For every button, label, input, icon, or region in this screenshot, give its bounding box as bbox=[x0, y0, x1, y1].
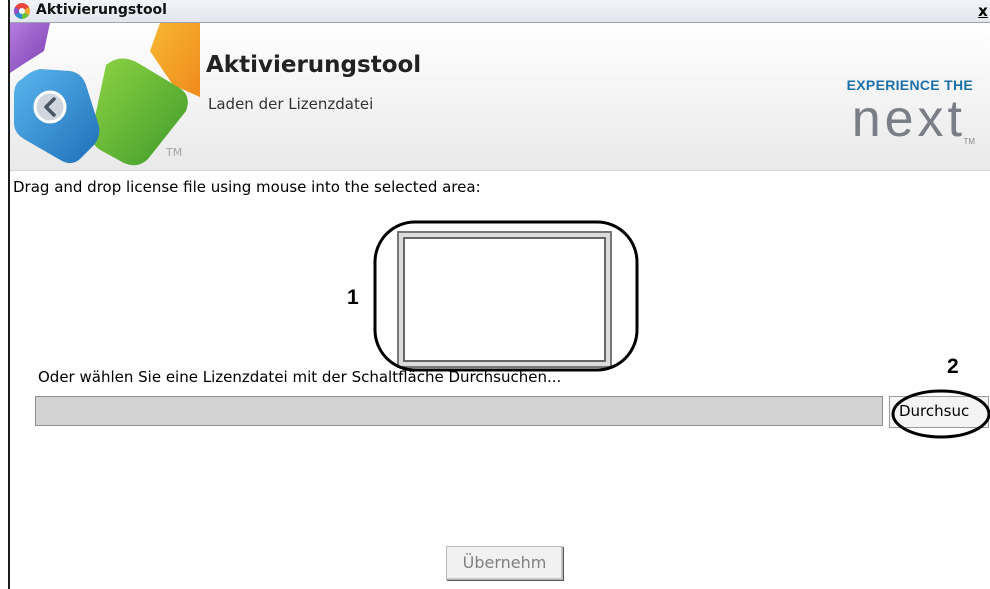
apply-button[interactable]: Übernehm bbox=[446, 546, 563, 580]
browse-instruction: Oder wählen Sie eine Lizenzdatei mit der… bbox=[38, 368, 562, 386]
logo-trademark: TM bbox=[165, 146, 182, 159]
license-drop-zone[interactable] bbox=[397, 231, 612, 368]
close-button[interactable]: x bbox=[976, 4, 990, 19]
page-title: Aktivierungstool bbox=[206, 52, 422, 78]
license-file-path-field[interactable] bbox=[35, 396, 883, 426]
drag-drop-instruction: Drag and drop license file using mouse i… bbox=[13, 178, 481, 196]
window-title: Aktivierungstool bbox=[36, 2, 167, 18]
product-logo: TM bbox=[10, 23, 200, 166]
back-arrow-icon bbox=[33, 90, 67, 124]
brand-wordmark: next bbox=[851, 90, 966, 148]
activation-window: Aktivierungstool x TM Aktivierungstool L… bbox=[8, 0, 990, 589]
drop-zone-inner[interactable] bbox=[403, 237, 606, 362]
title-bar[interactable]: Aktivierungstool x bbox=[10, 0, 990, 23]
callout-1: 1 bbox=[347, 286, 359, 309]
brand-trademark: TM bbox=[963, 137, 975, 146]
header-banner: TM Aktivierungstool Laden der Lizenzdate… bbox=[10, 23, 990, 171]
page-subtitle: Laden der Lizenzdatei bbox=[208, 95, 374, 113]
callout-2: 2 bbox=[947, 355, 959, 378]
browse-button[interactable]: Durchsuc bbox=[889, 396, 989, 428]
app-icon bbox=[14, 3, 30, 19]
logo-purple-petal bbox=[10, 23, 50, 73]
